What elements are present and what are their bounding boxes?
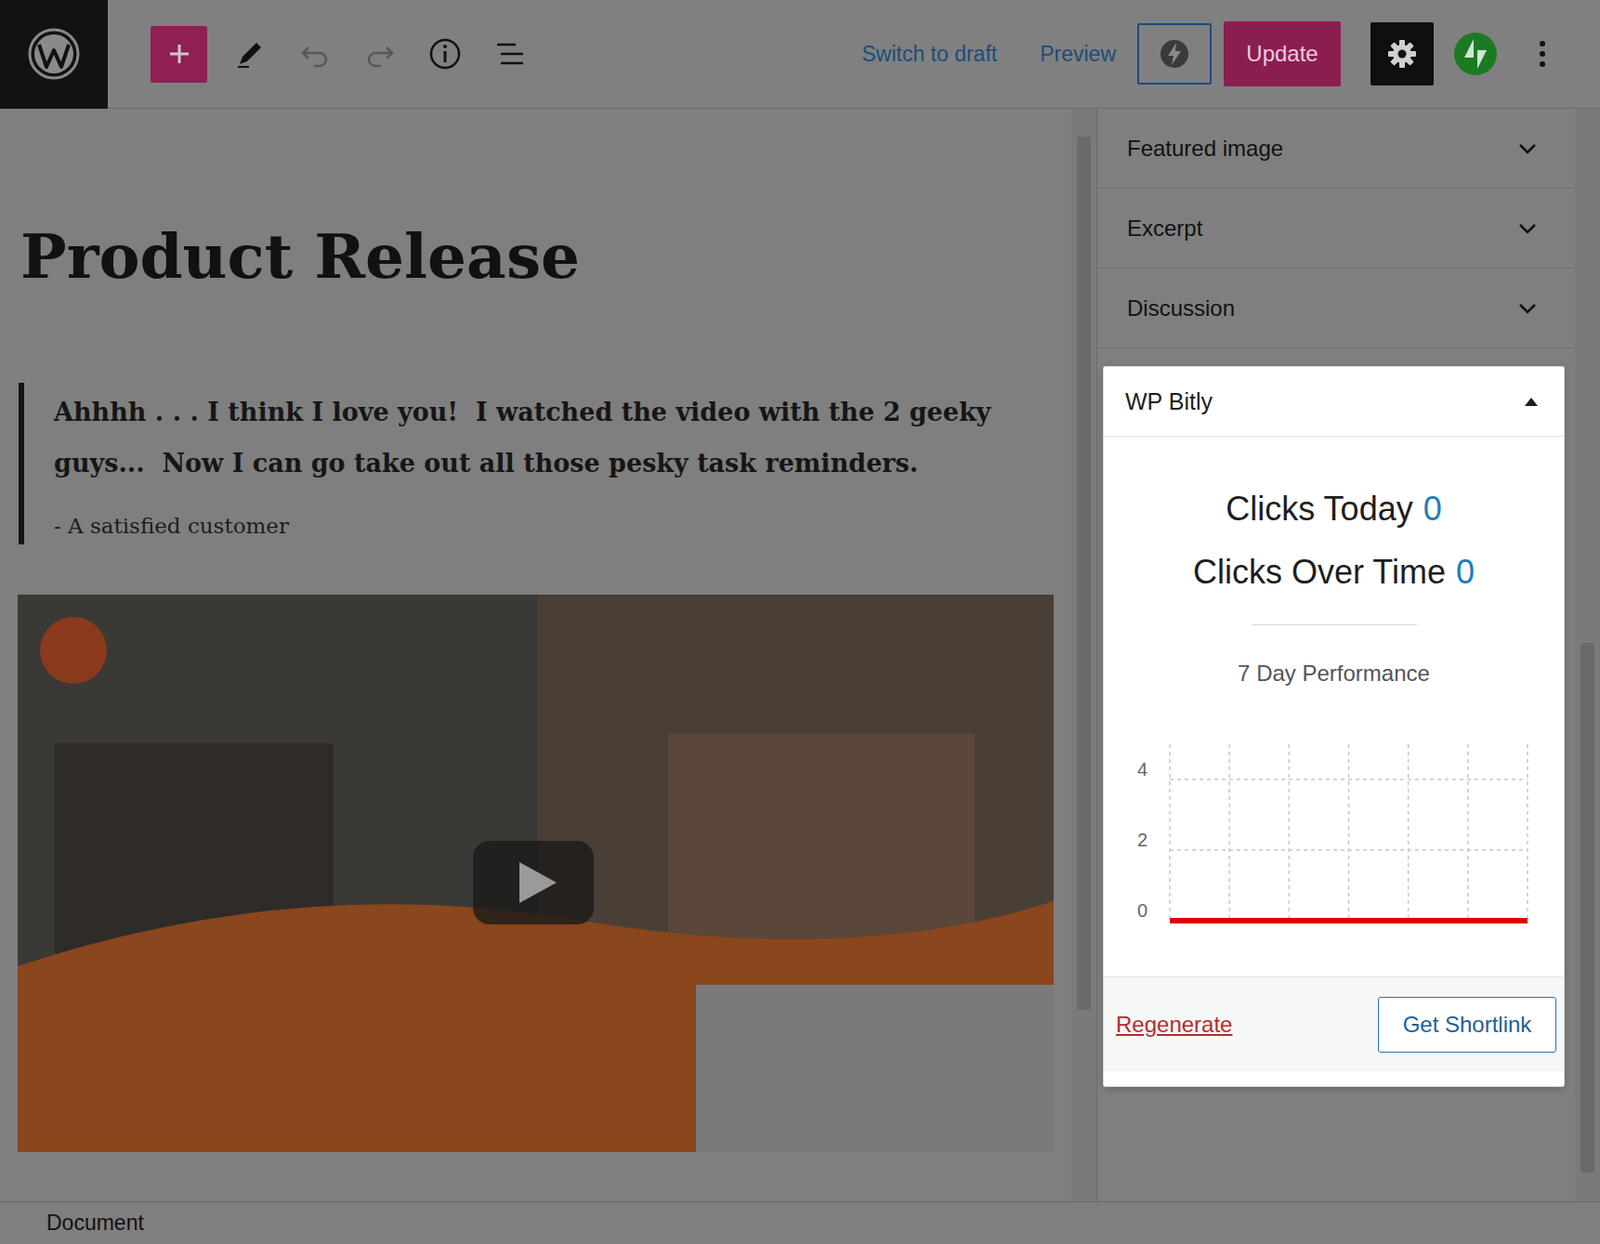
editor-canvas: Product Release Ahhhh . . . I think I lov… — [0, 108, 1072, 1202]
click-stat: Clicks Over Time0 — [1193, 540, 1475, 604]
wp-bitly-footer: Regenerate Get Shortlink — [1103, 976, 1564, 1072]
stat-label: Clicks Over Time — [1193, 552, 1446, 591]
settings-sidebar: Featured image Excerpt Discussion WP Bitly C… — [1096, 108, 1575, 1202]
chevron-icon — [1517, 222, 1538, 236]
quote-block[interactable]: Ahhhh . . . I think I love you! I watche… — [18, 382, 1035, 545]
jetpack-button[interactable] — [1451, 29, 1500, 79]
add-block-button[interactable] — [150, 26, 208, 83]
redo-button[interactable] — [357, 31, 403, 77]
status-bar: Document — [0, 1201, 1600, 1244]
wp-bitly-header[interactable]: WP Bitly — [1103, 367, 1564, 437]
axis-tick: 4 — [1136, 759, 1147, 780]
sidebar-panel[interactable]: Discussion — [1097, 268, 1575, 349]
top-toolbar: Switch to draft Preview Update — [0, 0, 1600, 109]
preview-button[interactable]: Preview — [1039, 34, 1116, 75]
stat-label: Clicks Today — [1225, 489, 1413, 528]
workspace: Product Release Ahhhh . . . I think I lov… — [0, 108, 1600, 1202]
grid-line — [1467, 744, 1469, 921]
editor-window: Switch to draft Preview Update Product Rele… — [0, 0, 1600, 1244]
stat-value: 0 — [1455, 552, 1475, 591]
panel-title[interactable]: Discussion — [1127, 295, 1235, 322]
settings-button[interactable] — [1370, 22, 1434, 86]
post-title[interactable]: Product Release — [20, 220, 1072, 294]
panel-title[interactable]: WP Bitly — [1125, 388, 1213, 416]
series-line — [1169, 918, 1528, 924]
chevron-icon — [1517, 142, 1538, 156]
gear-icon — [1386, 38, 1418, 70]
editor-scrollbar[interactable] — [1071, 108, 1097, 1202]
video-thumbnail-icon — [17, 594, 1054, 1153]
sidebar-panel[interactable]: Excerpt — [1097, 188, 1575, 269]
breadcrumb[interactable]: Document — [46, 1210, 145, 1236]
triangle-icon — [1522, 395, 1540, 407]
click-stat: Clicks Today 0 — [1225, 477, 1442, 541]
plus-icon — [167, 41, 192, 66]
wordpress-logo-button[interactable] — [0, 0, 108, 109]
undo-icon — [299, 38, 331, 70]
more-vertical-icon — [1537, 38, 1548, 70]
tools-button[interactable] — [227, 31, 273, 77]
quote-text[interactable]: Ahhhh . . . I think I love you! I watche… — [53, 386, 1035, 489]
list-icon — [493, 37, 527, 71]
redo-icon — [364, 38, 396, 70]
pencil-icon — [234, 38, 266, 70]
undo-button[interactable] — [292, 31, 338, 77]
list-view-button[interactable] — [487, 31, 533, 77]
panel-title[interactable]: Excerpt — [1127, 215, 1203, 242]
jetpack-icon — [1453, 31, 1498, 77]
performance-chart: 4 2 0 — [1115, 734, 1535, 940]
chevron-icon — [1517, 301, 1538, 315]
jetpack-boost-button[interactable] — [1137, 23, 1212, 85]
grid-line — [1168, 744, 1171, 921]
update-button[interactable]: Update — [1223, 21, 1341, 87]
sidebar-scrollbar[interactable] — [1574, 108, 1600, 1202]
details-button[interactable] — [422, 31, 468, 77]
axis-tick: 0 — [1136, 900, 1147, 921]
wp-bitly-panel: WP BitlyClicks Today0Clicks Over Time07 … — [1103, 367, 1564, 1087]
video-embed[interactable] — [17, 594, 1054, 1153]
axis-tick: 2 — [1136, 829, 1147, 851]
quote-citation[interactable]: - A satisfied customer — [53, 511, 1035, 541]
grid-line — [1347, 744, 1350, 921]
grid-line — [1287, 744, 1290, 921]
editor-scroll-thumb[interactable] — [1076, 136, 1091, 1010]
grid-line — [1228, 744, 1231, 921]
panel-title[interactable]: Featured image — [1127, 135, 1284, 162]
grid-line — [1169, 778, 1528, 781]
wp-bitly-body: Clicks Today0Clicks Over Time07 Day Perf… — [1103, 436, 1564, 977]
lightning-icon — [1158, 38, 1191, 70]
switch-to-draft-button[interactable]: Switch to draft — [861, 34, 997, 75]
sidebar-panel[interactable]: Featured image — [1097, 108, 1575, 189]
grid-line — [1169, 849, 1528, 852]
sidebar-scroll-thumb[interactable] — [1580, 642, 1595, 1173]
options-button[interactable] — [1531, 31, 1554, 77]
grid-line — [1406, 744, 1409, 921]
regenerate-link[interactable]: Regenerate — [1115, 1011, 1233, 1038]
get-shortlink-button[interactable]: Get Shortlink — [1377, 996, 1557, 1053]
chart-title: 7 Day Performance — [1237, 660, 1430, 687]
divider — [1251, 624, 1417, 626]
info-icon — [428, 37, 462, 71]
grid-line — [1526, 744, 1529, 921]
stat-value: 0 — [1423, 489, 1443, 528]
wordpress-icon — [26, 26, 82, 82]
